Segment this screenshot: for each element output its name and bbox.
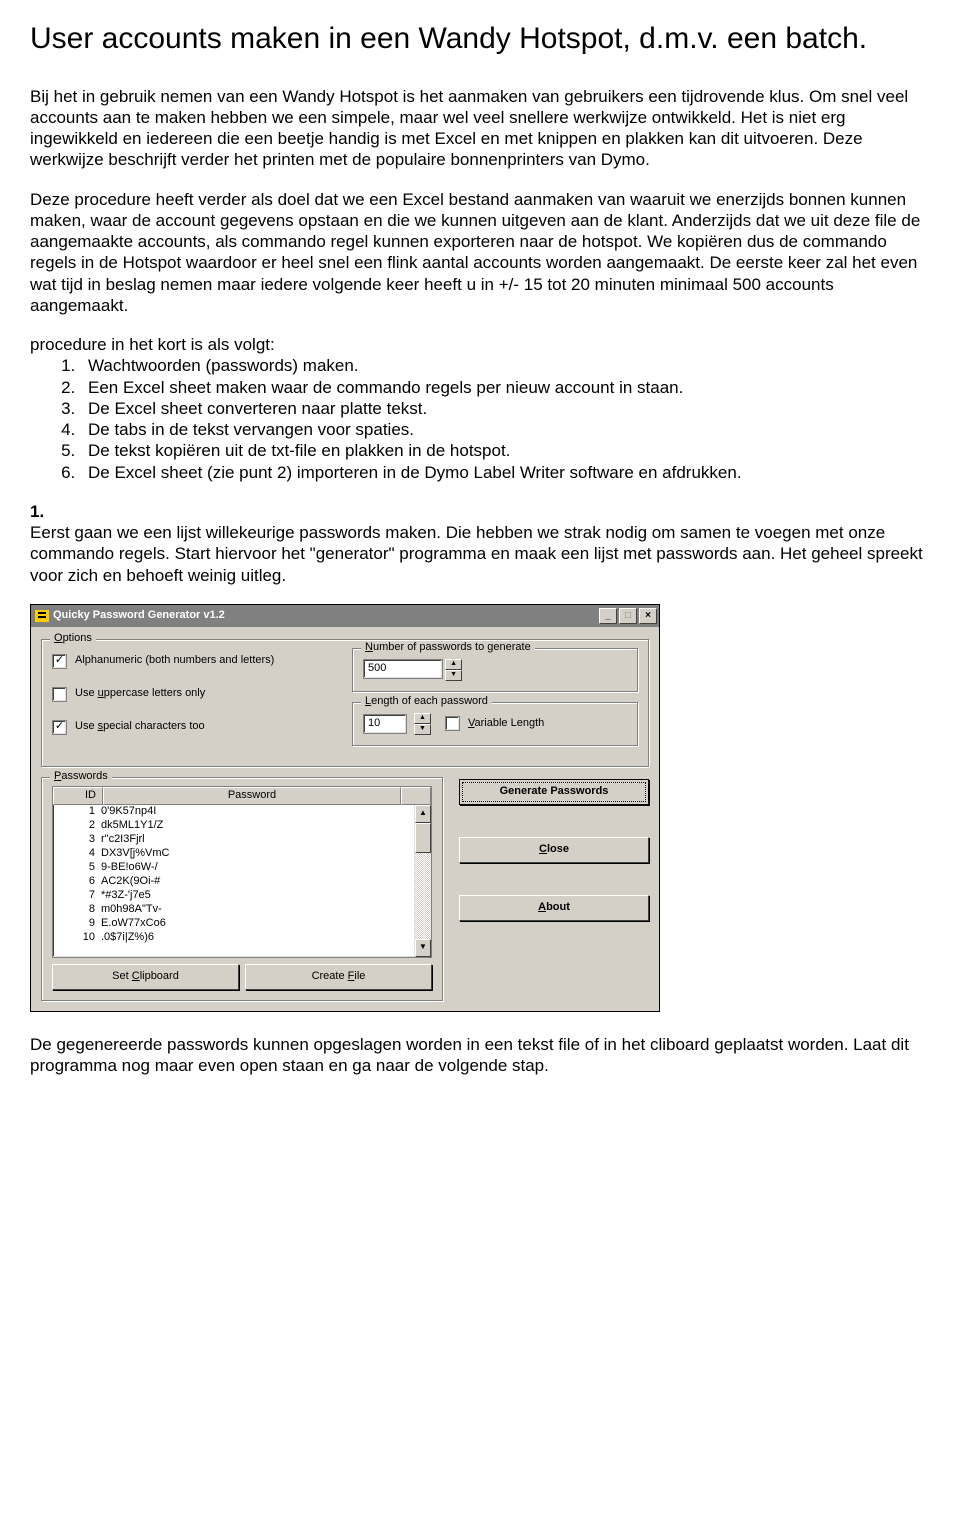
checkbox-icon (52, 720, 67, 735)
length-fieldset: Length of each password 10 ▲ ▼ Variable … (352, 702, 638, 746)
about-button[interactable]: About (459, 895, 649, 921)
procedure-step: Een Excel sheet maken waar de commando r… (80, 377, 930, 398)
generate-passwords-button[interactable]: Generate Passwords (459, 779, 649, 805)
checkbox-label: Use special characters too (75, 720, 205, 734)
procedure-step: De tekst kopiëren uit de txt-file en pla… (80, 440, 930, 461)
page-title: User accounts maken in een Wandy Hotspot… (30, 20, 930, 58)
chevron-down-icon[interactable]: ▼ (445, 670, 462, 681)
list-item[interactable]: 4DX3V[j%VmC (53, 847, 414, 861)
num-passwords-legend: Number of passwords to generate (361, 641, 535, 655)
window-title: Quicky Password Generator v1.2 (53, 609, 597, 623)
create-file-button[interactable]: Create File (245, 964, 432, 990)
step-1-text: Eerst gaan we een lijst willekeurige pas… (30, 522, 930, 586)
maximize-button[interactable]: □ (619, 608, 637, 624)
list-item[interactable]: 8m0h98A"Tv- (53, 903, 414, 917)
length-spinner[interactable]: ▲ ▼ (414, 713, 431, 735)
list-item[interactable]: 3r"c2I3Fjrl (53, 833, 414, 847)
passwords-legend: Passwords (50, 770, 112, 784)
num-passwords-input[interactable]: 500 (363, 659, 443, 679)
list-item[interactable]: 9E.oW77xCo6 (53, 917, 414, 931)
length-input[interactable]: 10 (363, 714, 407, 734)
scroll-up-icon[interactable]: ▲ (415, 805, 431, 823)
column-password[interactable]: Password (103, 787, 401, 805)
checkbox-label: Variable Length (468, 717, 544, 731)
column-id[interactable]: ID (53, 787, 103, 805)
step-1-heading: 1. (30, 501, 930, 522)
chevron-up-icon[interactable]: ▲ (445, 659, 462, 670)
checkbox-icon (52, 654, 67, 669)
length-legend: Length of each password (361, 695, 492, 709)
listview-header: ID Password (53, 787, 431, 805)
checkbox-special[interactable]: Use special characters too (52, 720, 352, 735)
listview-body[interactable]: 10'9K57np4I 2dk5ML1Y1/Z 3r"c2I3Fjrl 4DX3… (53, 805, 414, 957)
close-window-button[interactable]: × (639, 608, 657, 624)
list-item[interactable]: 59-BE!o6W-/ (53, 861, 414, 875)
checkbox-icon (52, 687, 67, 702)
intro-paragraph-2: Deze procedure heeft verder als doel dat… (30, 189, 930, 317)
scroll-track[interactable] (415, 853, 431, 939)
closing-paragraph: De gegenereerde passwords kunnen opgesla… (30, 1034, 930, 1077)
checkbox-variable-length[interactable]: Variable Length (445, 716, 544, 731)
checkbox-label: Alphanumeric (both numbers and letters) (75, 654, 274, 668)
app-icon (35, 610, 49, 622)
procedure-step: De Excel sheet (zie punt 2) importeren i… (80, 462, 930, 483)
list-item[interactable]: 7*#3Z-'j7e5 (53, 889, 414, 903)
procedure-step: De Excel sheet converteren naar platte t… (80, 398, 930, 419)
scrollbar[interactable]: ▲ ▼ (414, 805, 431, 957)
chevron-up-icon[interactable]: ▲ (414, 713, 431, 724)
chevron-down-icon[interactable]: ▼ (414, 724, 431, 735)
num-passwords-fieldset: Number of passwords to generate 500 ▲ ▼ (352, 648, 638, 692)
procedure-step: De tabs in de tekst vervangen voor spati… (80, 419, 930, 440)
procedure-list: Wachtwoorden (passwords) maken. Een Exce… (30, 355, 930, 483)
procedure-intro: procedure in het kort is als volgt: (30, 334, 930, 355)
checkbox-icon (445, 716, 460, 731)
checkbox-alphanumeric[interactable]: Alphanumeric (both numbers and letters) (52, 654, 352, 669)
password-generator-window: Quicky Password Generator v1.2 _ □ × Opt… (30, 604, 660, 1012)
checkbox-label: Use uppercase letters only (75, 687, 205, 701)
passwords-listview[interactable]: ID Password 10'9K57np4I 2dk5ML1Y1/Z 3r"c… (52, 786, 432, 958)
options-fieldset: Options Alphanumeric (both numbers and l… (41, 639, 649, 767)
list-item[interactable]: 10'9K57np4I (53, 805, 414, 819)
minimize-button[interactable]: _ (599, 608, 617, 624)
intro-paragraph-1: Bij het in gebruik nemen van een Wandy H… (30, 86, 930, 171)
titlebar[interactable]: Quicky Password Generator v1.2 _ □ × (31, 605, 659, 627)
options-legend: Options (50, 632, 96, 646)
list-item[interactable]: 2dk5ML1Y1/Z (53, 819, 414, 833)
set-clipboard-button[interactable]: Set Clipboard (52, 964, 239, 990)
checkbox-uppercase[interactable]: Use uppercase letters only (52, 687, 352, 702)
list-item[interactable]: 10.0$7i|Z%)6 (53, 931, 414, 945)
close-button[interactable]: Close (459, 837, 649, 863)
list-item[interactable]: 6AC2K(9Oi-# (53, 875, 414, 889)
column-spacer (401, 787, 431, 805)
scroll-down-icon[interactable]: ▼ (415, 939, 431, 957)
scroll-thumb[interactable] (415, 823, 431, 853)
procedure-step: Wachtwoorden (passwords) maken. (80, 355, 930, 376)
num-passwords-spinner[interactable]: ▲ ▼ (445, 659, 462, 681)
passwords-fieldset: Passwords ID Password 10'9K57np4I 2dk5ML… (41, 777, 443, 1001)
